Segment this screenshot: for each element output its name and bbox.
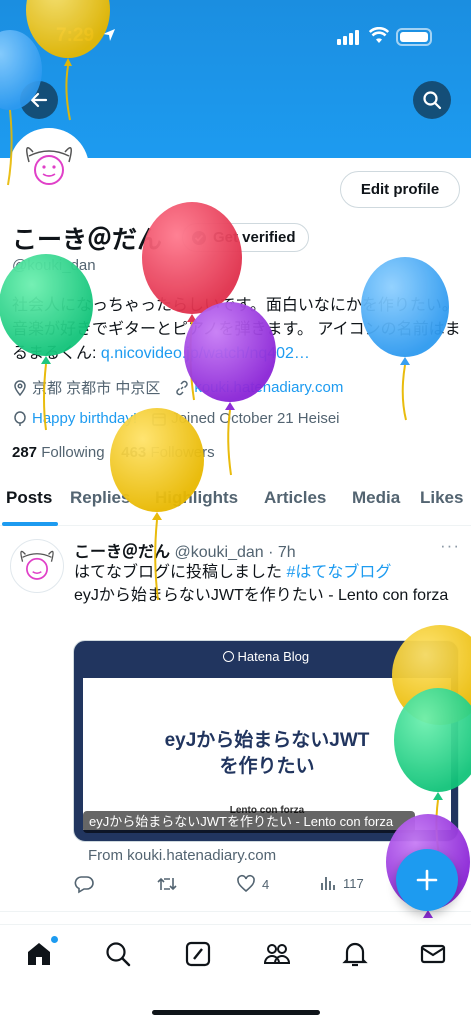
tweet-text-line2: eyJから始まらないJWTを作りたい - Lento con forza (74, 587, 449, 604)
nav-grok[interactable] (183, 939, 213, 969)
back-button[interactable] (20, 81, 58, 119)
nav-messages[interactable] (418, 939, 448, 969)
views-icon (321, 877, 335, 890)
verified-badge-icon (192, 230, 206, 245)
tab-articles[interactable]: Articles (264, 488, 326, 508)
tweet-header: こーき＠だん @kouki_dan · 7h (74, 538, 296, 562)
compose-button[interactable] (396, 849, 458, 911)
cellular-signal-icon (337, 30, 359, 45)
views-count: 117 (343, 875, 364, 891)
wifi-icon (369, 27, 389, 43)
tweet-actions: 4 117 (74, 874, 394, 898)
home-icon (28, 943, 50, 965)
profile-birthday: Happy birthday! (32, 410, 138, 427)
profile-handle: @kouki_dan (12, 257, 96, 274)
profile-dates-row: Happy birthday! Joined October 21 Heisei (12, 410, 340, 427)
card-caption: eyJから始まらないJWTを作りたい - Lento con forza (83, 811, 415, 833)
card-source[interactable]: From kouki.hatenadiary.com (88, 847, 276, 864)
views-button[interactable]: 117 (319, 874, 364, 892)
card-title: eyJから始まらないJWTを作りたい (164, 730, 370, 777)
like-count: 4 (262, 876, 270, 892)
bottom-navigation (0, 924, 471, 1024)
status-time: 7:29 (56, 25, 95, 46)
balloon-icon (14, 410, 26, 426)
profile-location: 京都 京都市 中京区 (32, 380, 161, 397)
following-label: Following (41, 444, 105, 461)
active-tab-indicator (2, 522, 58, 526)
battery-icon (396, 28, 432, 46)
profile-location-row: 京都 京都市 中京区 kouki.hatenadiary.com (12, 377, 343, 398)
profile-name: こーき＠だん (12, 226, 163, 254)
followers-label: Followers (150, 444, 215, 461)
following-link[interactable]: 287 Following (12, 444, 105, 461)
card-brand: Hatena Blog (74, 649, 458, 664)
tweet-avatar[interactable] (10, 539, 64, 593)
profile-tabs: Posts Replies Highlights Articles Media … (0, 478, 471, 526)
nav-home[interactable] (24, 936, 58, 969)
reply-button[interactable] (74, 874, 94, 894)
card-brand-label: Hatena Blog (237, 649, 310, 664)
retweet-button[interactable] (156, 874, 178, 894)
followers-count: 463 (121, 444, 147, 461)
following-count: 287 (12, 444, 38, 461)
card-image: eyJから始まらないJWTを作りたい Lento con forza (83, 678, 451, 830)
followers-link[interactable]: 463 Followers (121, 444, 214, 461)
profile-bio: 社会人になっちゃったらしいです。面白いなにかを作りたい。 音楽が好きでギターとピ… (12, 294, 464, 366)
nav-communities[interactable] (262, 939, 292, 969)
tab-posts[interactable]: Posts (6, 488, 52, 508)
tweet-text: はてなブログに投稿しました #はてなブログ eyJから始まらないJWTを作りたい… (74, 561, 454, 607)
get-verified-button[interactable]: Get verified (182, 223, 309, 252)
tweet-author-name[interactable]: こーき＠だん (74, 544, 170, 561)
get-verified-label: Get verified (213, 229, 296, 246)
tab-likes[interactable]: Likes (420, 488, 463, 508)
profile-website-link[interactable]: kouki.hatenadiary.com (194, 379, 343, 396)
grok-icon (185, 941, 211, 967)
follow-stats: 287 Following 463 Followers (12, 444, 215, 461)
tweet-handle-time: @kouki_dan · 7h (174, 544, 296, 561)
avatar-drawing (26, 147, 72, 185)
explore-icon (106, 942, 131, 967)
communities-icon (263, 944, 291, 964)
edit-profile-button[interactable]: Edit profile (340, 171, 460, 208)
search-icon (423, 91, 442, 110)
notifications-icon (342, 942, 368, 967)
tab-replies[interactable]: Replies (70, 488, 130, 508)
like-icon (237, 874, 255, 893)
compose-icon (416, 869, 438, 891)
link-icon (176, 380, 189, 395)
search-button[interactable] (413, 81, 451, 119)
calendar-icon (152, 412, 166, 426)
tweet[interactable]: こーき＠だん @kouki_dan · 7h ··· はてなブログに投稿しました… (0, 527, 471, 912)
location-services-icon (103, 29, 115, 41)
retweet-icon (157, 877, 177, 891)
tweet-hashtag[interactable]: #はてなブログ (286, 564, 391, 581)
messages-icon (420, 944, 446, 964)
link-card[interactable]: Hatena Blog eyJから始まらないJWTを作りたい Lento con… (73, 640, 459, 842)
nav-notifications[interactable] (340, 939, 370, 969)
location-icon (14, 379, 26, 396)
hatena-logo-icon (222, 651, 234, 662)
home-indicator (152, 1010, 320, 1015)
like-button[interactable]: 4 (236, 874, 269, 894)
tweet-more-button[interactable]: ··· (440, 536, 460, 556)
nav-explore[interactable] (103, 939, 133, 969)
reply-icon (74, 876, 94, 894)
back-arrow-icon (30, 92, 48, 108)
status-bar: 7:29 (0, 0, 471, 70)
avatar-drawing (20, 550, 54, 580)
tweet-text-line1: はてなブログに投稿しました (74, 564, 287, 581)
bio-link[interactable]: q.nicovideo.jp/watch/nq402… (101, 345, 310, 362)
profile-joined: Joined October 21 Heisei (171, 410, 340, 427)
tab-media[interactable]: Media (352, 488, 400, 508)
profile-avatar[interactable] (9, 128, 89, 208)
tab-highlights[interactable]: Highlights (155, 488, 238, 508)
home-notification-dot (51, 936, 58, 943)
